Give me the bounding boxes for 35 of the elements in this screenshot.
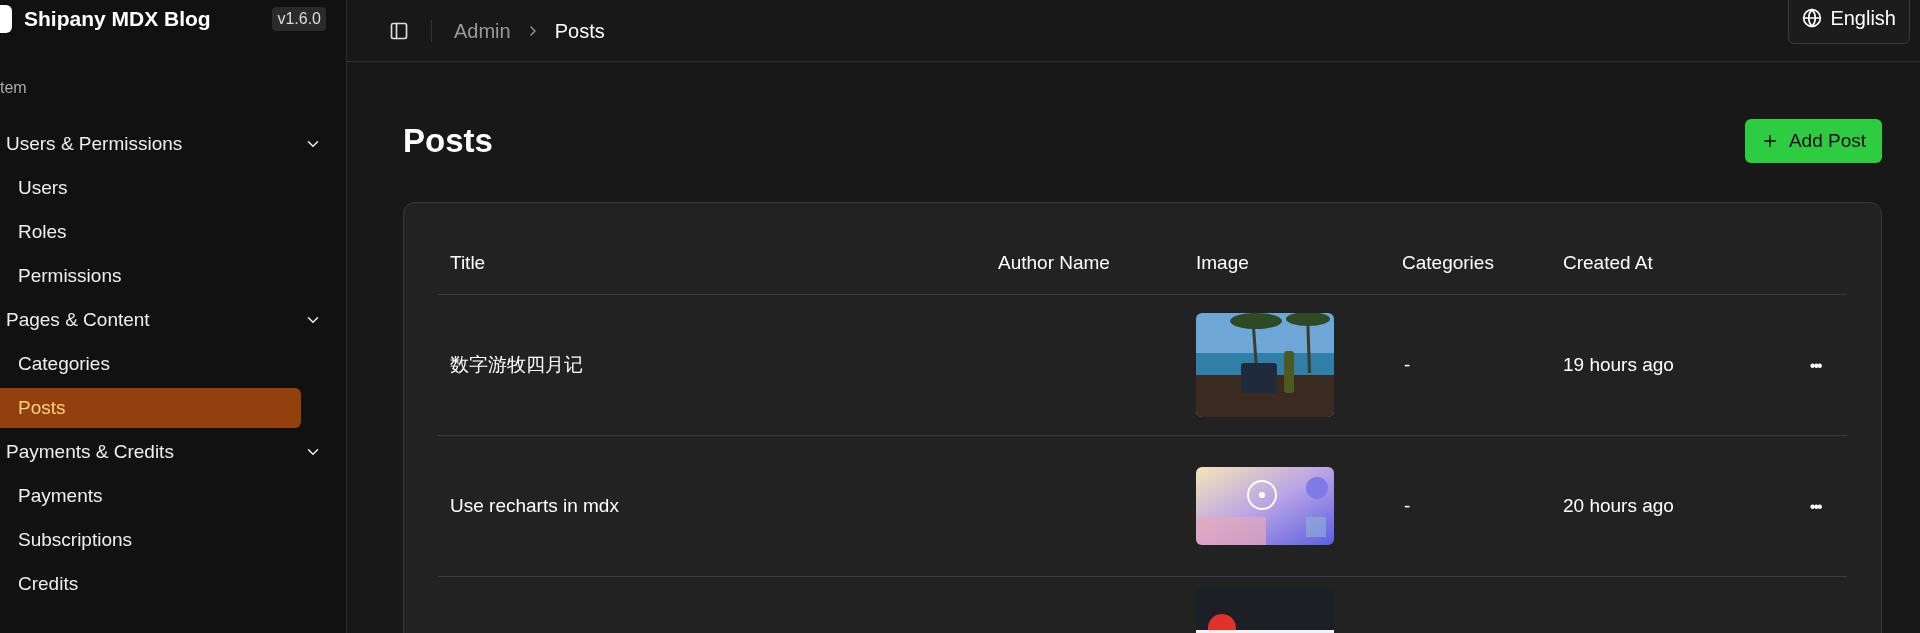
- logo-icon: [0, 5, 12, 33]
- nav-item[interactable]: Categories: [0, 342, 326, 386]
- brand-name: Shipany MDX Blog: [24, 6, 211, 33]
- nav-group[interactable]: Payments & Credits: [0, 430, 326, 474]
- column-header: Author Name: [998, 248, 1196, 295]
- version-label: v1.6.0: [272, 7, 326, 31]
- add-post-button[interactable]: Add Post: [1744, 118, 1882, 163]
- nav-item[interactable]: Roles: [0, 210, 326, 254]
- table-cell: 20 hours ago: [1563, 494, 1674, 516]
- page-title: Posts: [403, 121, 493, 161]
- breadcrumb-item[interactable]: Admin: [454, 15, 511, 46]
- language-button[interactable]: English: [1788, 0, 1910, 44]
- nav-item[interactable]: Credits: [0, 562, 326, 606]
- section-label: tem: [0, 78, 27, 98]
- globe-icon: [1802, 8, 1823, 28]
- column-header: Image: [1196, 248, 1402, 295]
- nav-item[interactable]: Users: [0, 166, 326, 210]
- nav-group[interactable]: Pages & Content: [0, 298, 326, 342]
- nav-item[interactable]: Payments: [0, 474, 326, 518]
- nav-item[interactable]: Subscriptions: [0, 518, 326, 562]
- nav-item[interactable]: Posts: [0, 388, 301, 428]
- column-header: Title: [438, 248, 998, 295]
- row-actions-button[interactable]: •••: [1805, 494, 1825, 519]
- nav-item[interactable]: Permissions: [0, 254, 326, 298]
- row-actions-button[interactable]: •••: [1805, 353, 1825, 378]
- column-header: Created At: [1563, 248, 1806, 295]
- table-cell: -: [1404, 353, 1411, 375]
- nav-group[interactable]: Users & Permissions: [0, 122, 326, 166]
- table-cell: 19 hours ago: [1563, 353, 1674, 375]
- sidebar-toggle-icon[interactable]: [389, 20, 409, 41]
- breadcrumb-item: Posts: [554, 18, 605, 44]
- table-cell: -: [1404, 494, 1411, 516]
- table-cell: Use recharts in mdx: [450, 494, 619, 516]
- table-cell: 数字游牧四月记: [450, 353, 583, 375]
- column-header: Categories: [1402, 248, 1563, 295]
